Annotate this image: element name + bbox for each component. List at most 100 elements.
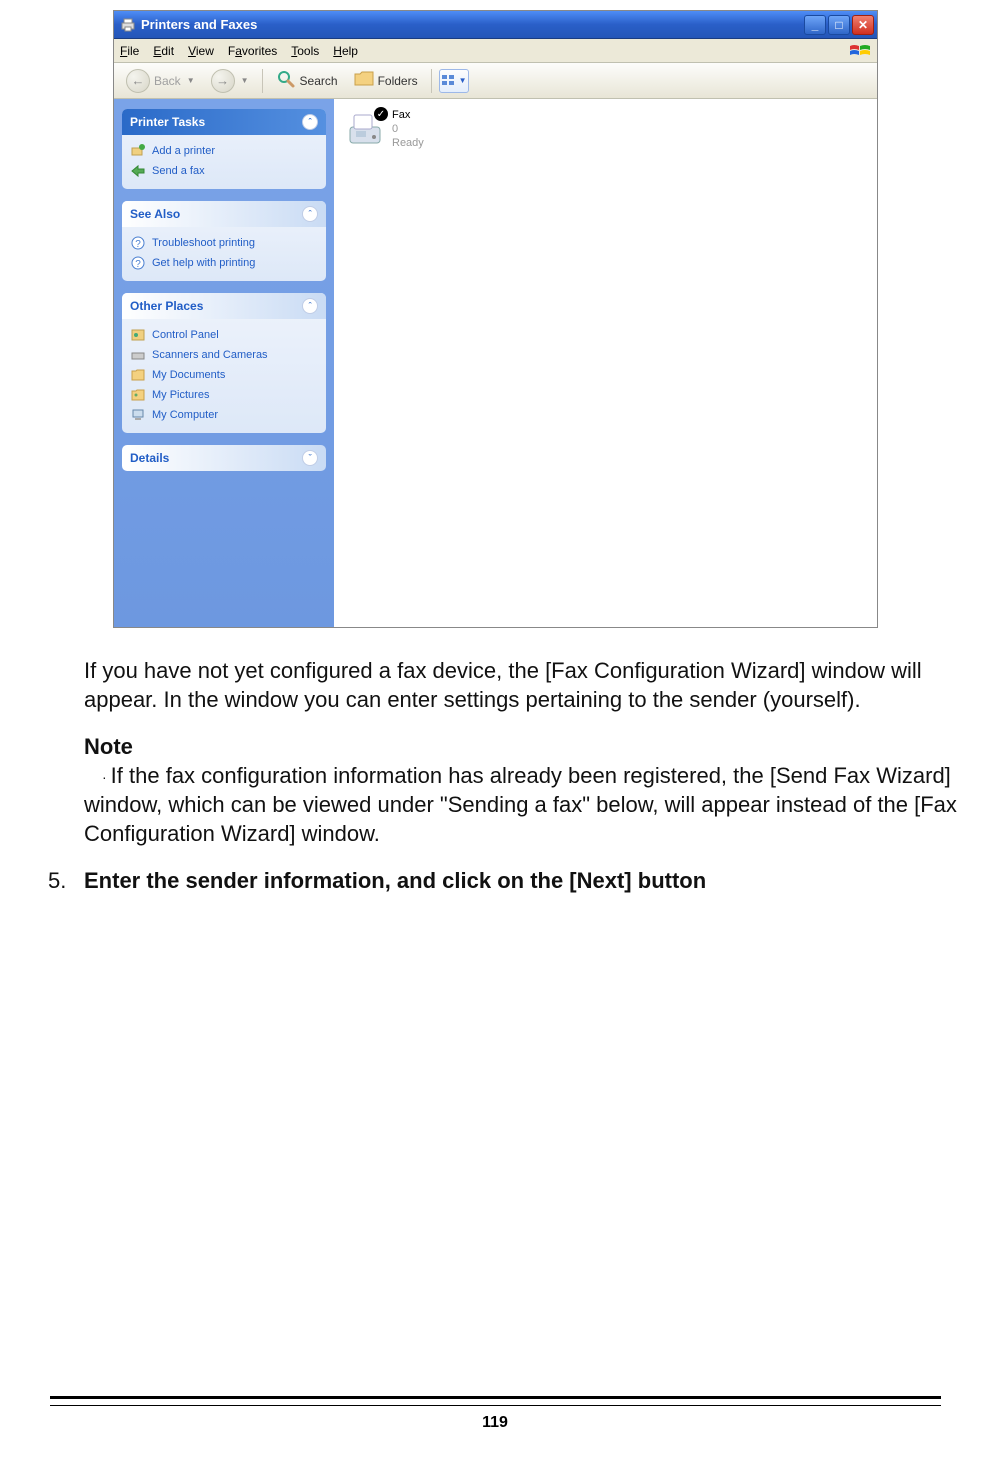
folders-button[interactable]: Folders (348, 67, 424, 94)
toolbar: ← Back ▼ → ▼ Search Folders (114, 63, 877, 99)
panel-title: See Also (130, 207, 180, 221)
menu-file[interactable]: File (120, 44, 139, 58)
collapse-icon: ˆ (302, 206, 318, 222)
link-label: Get help with printing (152, 257, 255, 269)
link-label: My Documents (152, 369, 225, 381)
my-computer-link[interactable]: My Computer (130, 405, 318, 425)
scanner-icon (130, 347, 146, 363)
windows-logo-icon (849, 42, 871, 60)
page-number: 119 (0, 1414, 990, 1432)
my-pictures-link[interactable]: My Pictures (130, 385, 318, 405)
link-label: Troubleshoot printing (152, 237, 255, 249)
window-content: Printer Tasks ˆ Add a printer Send a fax (114, 99, 877, 627)
fax-device-item[interactable]: ✓ Fax 0 Ready (344, 109, 504, 151)
step-5: 5. Enter the sender information, and cli… (48, 866, 980, 895)
see-also-header[interactable]: See Also ˆ (122, 201, 326, 227)
titlebar: Printers and Faxes _ □ ✕ (114, 11, 877, 39)
other-places-panel: Other Places ˆ Control Panel Scanners an… (122, 293, 326, 433)
menubar: File Edit View Favorites Tools Help (114, 39, 877, 63)
printer-tasks-header[interactable]: Printer Tasks ˆ (122, 109, 326, 135)
details-panel: Details ˇ (122, 445, 326, 471)
svg-text:?: ? (135, 259, 141, 270)
chevron-down-icon: ▼ (241, 76, 249, 85)
close-button[interactable]: ✕ (852, 15, 874, 35)
document-page: Printers and Faxes _ □ ✕ File Edit View … (0, 0, 990, 1462)
send-fax-link[interactable]: Send a fax (130, 161, 318, 181)
see-also-panel: See Also ˆ ? Troubleshoot printing ? Get… (122, 201, 326, 281)
fax-icon: ✓ (344, 109, 386, 151)
menu-favorites[interactable]: Favorites (228, 44, 277, 58)
forward-button[interactable]: → ▼ (205, 66, 255, 96)
scanners-cameras-link[interactable]: Scanners and Cameras (130, 345, 318, 365)
troubleshoot-printing-link[interactable]: ? Troubleshoot printing (130, 233, 318, 253)
link-label: Scanners and Cameras (152, 349, 268, 361)
search-label: Search (300, 74, 338, 88)
printers-faxes-window: Printers and Faxes _ □ ✕ File Edit View … (113, 10, 878, 628)
expand-icon: ˇ (302, 450, 318, 466)
printer-icon (120, 17, 136, 33)
my-documents-link[interactable]: My Documents (130, 365, 318, 385)
document-body: If you have not yet configured a fax dev… (84, 656, 980, 895)
folder-icon (354, 70, 374, 91)
window-title: Printers and Faxes (141, 17, 804, 32)
folders-label: Folders (378, 74, 418, 88)
collapse-icon: ˆ (302, 114, 318, 130)
note-label: Note (84, 732, 980, 761)
menu-tools[interactable]: Tools (291, 44, 319, 58)
link-label: Control Panel (152, 329, 219, 341)
collapse-icon: ˆ (302, 298, 318, 314)
step-text: Enter the sender information, and click … (84, 866, 706, 895)
paragraph: If you have not yet configured a fax dev… (84, 656, 980, 714)
back-arrow-icon: ← (126, 69, 150, 93)
panel-title: Printer Tasks (130, 115, 205, 129)
tasks-sidebar: Printer Tasks ˆ Add a printer Send a fax (114, 99, 334, 627)
note-content: If the fax configuration information has… (84, 763, 957, 846)
link-label: My Computer (152, 409, 218, 421)
item-count: 0 (392, 123, 424, 137)
add-printer-icon (130, 143, 146, 159)
magnifier-icon (276, 69, 296, 92)
footer-rule-thin (50, 1405, 941, 1406)
chevron-down-icon: ▼ (459, 76, 467, 85)
pictures-icon (130, 387, 146, 403)
printer-tasks-panel: Printer Tasks ˆ Add a printer Send a fax (122, 109, 326, 189)
check-badge-icon: ✓ (374, 107, 388, 121)
page-footer: 119 (0, 1396, 990, 1432)
details-header[interactable]: Details ˇ (122, 445, 326, 471)
panel-title: Other Places (130, 299, 203, 313)
views-button[interactable]: ▼ (439, 69, 469, 93)
menu-edit[interactable]: Edit (153, 44, 174, 58)
get-help-printing-link[interactable]: ? Get help with printing (130, 253, 318, 273)
item-status: Ready (392, 137, 424, 151)
bullet-icon: · (102, 769, 107, 785)
send-fax-icon (130, 163, 146, 179)
maximize-button[interactable]: □ (828, 15, 850, 35)
chevron-down-icon: ▼ (187, 76, 195, 85)
footer-rule-thick (50, 1396, 941, 1399)
control-panel-link[interactable]: Control Panel (130, 325, 318, 345)
menu-view[interactable]: View (188, 44, 214, 58)
back-label: Back (154, 74, 181, 88)
link-label: Send a fax (152, 165, 205, 177)
minimize-button[interactable]: _ (804, 15, 826, 35)
folder-icon (130, 367, 146, 383)
add-printer-link[interactable]: Add a printer (130, 141, 318, 161)
item-name: Fax (392, 109, 424, 123)
note-text: ·If the fax configuration information ha… (84, 761, 980, 848)
forward-arrow-icon: → (211, 69, 235, 93)
help-icon: ? (130, 255, 146, 271)
back-button[interactable]: ← Back ▼ (120, 66, 201, 96)
search-button[interactable]: Search (270, 66, 344, 95)
panel-title: Details (130, 451, 169, 465)
step-number: 5. (48, 866, 74, 895)
link-label: My Pictures (152, 389, 209, 401)
other-places-header[interactable]: Other Places ˆ (122, 293, 326, 319)
link-label: Add a printer (152, 145, 215, 157)
control-panel-icon (130, 327, 146, 343)
computer-icon (130, 407, 146, 423)
views-icon (441, 74, 457, 88)
toolbar-separator (262, 69, 263, 93)
menu-help[interactable]: Help (333, 44, 358, 58)
svg-text:?: ? (135, 239, 141, 250)
help-icon: ? (130, 235, 146, 251)
